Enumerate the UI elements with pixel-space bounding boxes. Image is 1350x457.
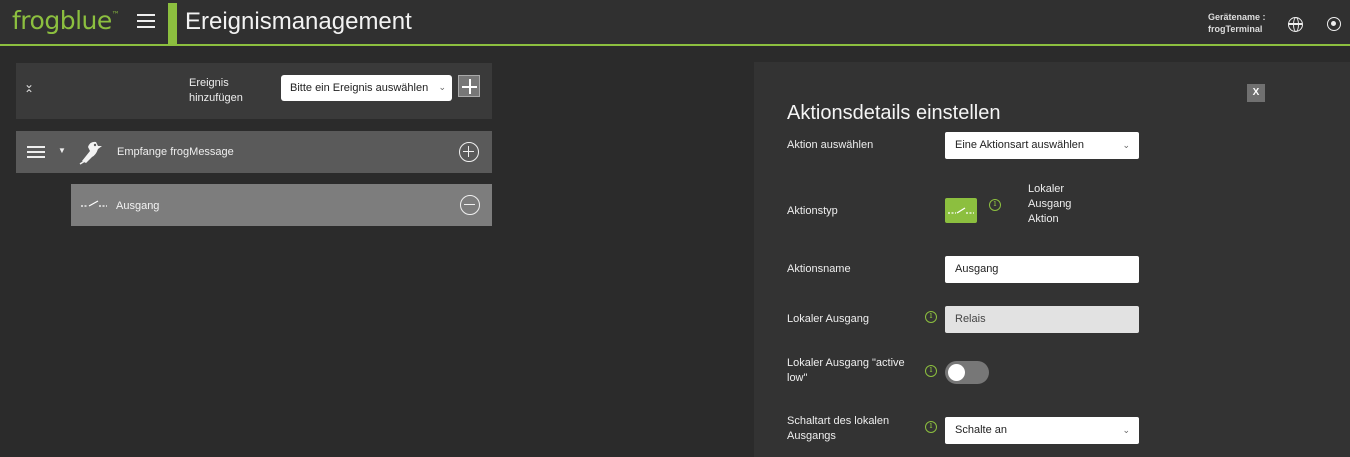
action-type-label: Aktionstyp <box>787 205 838 217</box>
drag-handle-line <box>27 146 45 148</box>
add-event-label-line2: hinzufügen <box>189 92 243 104</box>
switch-mode-select-value: Schalte an <box>955 424 1007 436</box>
remove-action-button[interactable] <box>460 195 480 215</box>
menu-icon-line <box>137 20 155 22</box>
select-action-label: Aktion auswählen <box>787 139 874 151</box>
globe-icon[interactable] <box>1288 17 1303 32</box>
info-icon[interactable] <box>925 421 937 433</box>
page-title: Ereignismanagement <box>185 8 412 35</box>
device-info: Gerätename : frogTerminal <box>1208 11 1266 35</box>
frogblue-logo[interactable]: frogblue™ <box>12 6 120 35</box>
drag-handle-line <box>27 151 45 153</box>
action-type-line3: Aktion <box>1028 213 1059 225</box>
switch-output-icon <box>81 200 107 207</box>
active-low-label: Lokaler Ausgang "active low" <box>787 357 905 384</box>
minus-icon <box>464 203 475 206</box>
event-select-value: Bitte ein Ereignis auswählen <box>290 82 429 94</box>
action-details-panel: X Aktionsdetails einstellen Aktion auswä… <box>754 62 1350 457</box>
collapse-toggle-icon[interactable]: ⌄ ⌃ <box>24 78 34 100</box>
device-name: frogTerminal <box>1208 24 1263 34</box>
close-button[interactable]: X <box>1247 84 1265 102</box>
action-type-value: Lokaler Ausgang Aktion <box>1028 182 1071 227</box>
active-low-toggle[interactable] <box>945 361 989 384</box>
add-event-label: Ereignis hinzufügen <box>189 76 243 106</box>
top-bar: frogblue™ Ereignismanagement Gerätename … <box>0 0 1350 46</box>
logo-trademark: ™ <box>111 10 120 19</box>
add-event-button[interactable] <box>458 75 480 97</box>
action-name-input-value: Ausgang <box>955 263 999 275</box>
event-name: Empfange frogMessage <box>117 146 234 158</box>
drag-handle-line <box>27 156 45 158</box>
chevron-down-icon: ⌄ <box>1122 425 1130 435</box>
chevron-down-icon: ⌄ <box>1122 140 1130 150</box>
logo-text: frogblue <box>12 6 112 35</box>
add-event-bar: ⌄ ⌃ Ereignis hinzufügen Bitte ein Ereigni… <box>16 63 492 119</box>
action-name: Ausgang <box>116 200 160 212</box>
toggle-knob <box>948 364 965 381</box>
add-action-button[interactable] <box>459 142 479 162</box>
info-icon[interactable] <box>925 365 937 377</box>
add-event-label-line1: Ereignis <box>189 77 229 89</box>
action-type-select-value: Eine Aktionsart auswählen <box>955 139 1085 151</box>
local-output-icon <box>945 198 977 223</box>
info-icon[interactable] <box>989 199 1001 211</box>
expand-caret-icon[interactable]: ▼ <box>58 146 66 155</box>
action-name-label: Aktionsname <box>787 263 851 275</box>
switch-mode-select[interactable]: Schalte an ⌄ <box>945 417 1139 444</box>
menu-icon-line <box>137 26 155 28</box>
action-type-select[interactable]: Eine Aktionsart auswählen ⌄ <box>945 132 1139 159</box>
event-select[interactable]: Bitte ein Ereignis auswählen ⌄ <box>281 75 452 101</box>
title-accent-bar <box>168 3 177 45</box>
switch-mode-label: Schaltart des lokalen Ausgangs <box>787 415 890 442</box>
power-icon[interactable] <box>1327 17 1341 31</box>
panel-title: Aktionsdetails einstellen <box>787 102 1001 124</box>
local-output-label: Lokaler Ausgang <box>787 313 869 325</box>
local-output-value: Relais <box>955 313 986 325</box>
action-type-line2: Ausgang <box>1028 198 1072 210</box>
action-name-input[interactable]: Ausgang <box>945 256 1139 283</box>
local-output-field: Relais <box>945 306 1139 333</box>
drag-handle-icon[interactable] <box>27 146 45 161</box>
event-row[interactable]: ▼ Empfange frogMessage <box>16 131 492 173</box>
action-row[interactable]: Ausgang <box>71 184 492 226</box>
info-icon[interactable] <box>925 311 937 323</box>
frog-message-icon <box>79 141 102 165</box>
main-menu-button[interactable] <box>137 14 157 30</box>
action-type-line1: Lokaler <box>1028 183 1065 195</box>
menu-icon-line <box>137 14 155 16</box>
chevron-down-icon: ⌄ <box>438 82 446 92</box>
device-name-label: Gerätename : <box>1208 12 1266 22</box>
plus-icon-v <box>467 146 470 157</box>
